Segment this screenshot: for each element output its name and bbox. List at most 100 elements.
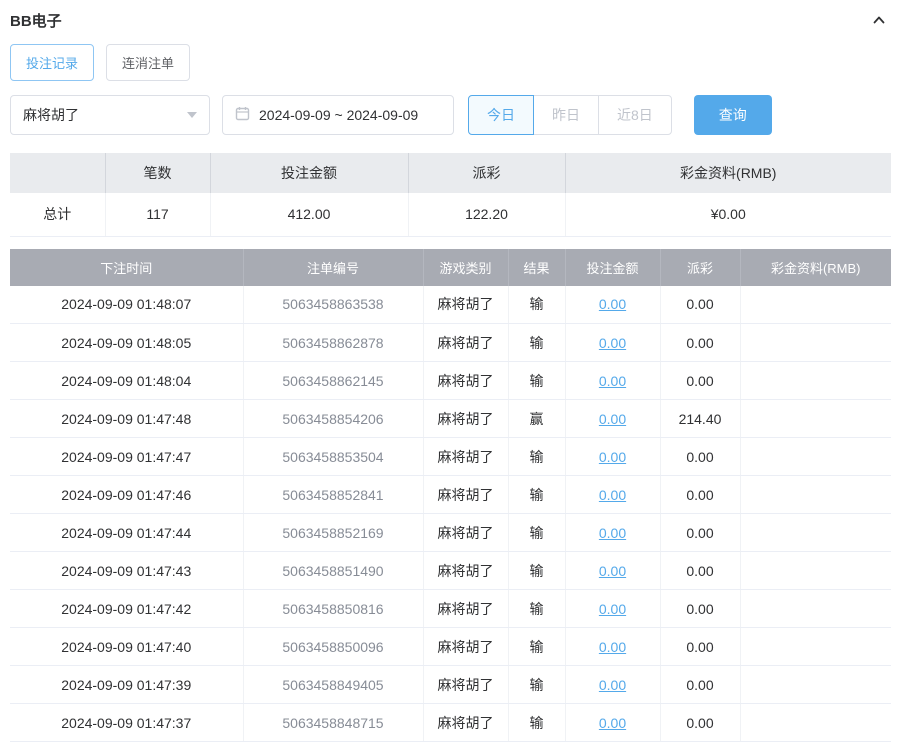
jackpot-cell (740, 399, 891, 438)
jackpot-cell (740, 285, 891, 324)
bet-amount-link[interactable]: 0.00 (599, 601, 626, 617)
summary-header-jackpot: 彩金资料(RMB) (565, 153, 891, 193)
quick-btn-last8days[interactable]: 近8日 (598, 95, 672, 135)
game-select[interactable]: 麻将胡了 (10, 95, 210, 135)
bet-amount-cell: 0.00 (565, 399, 661, 438)
summary-jackpot-value: ¥0.00 (565, 193, 891, 237)
col-header-result: 结果 (508, 248, 566, 286)
bet-amount-link[interactable]: 0.00 (599, 411, 626, 427)
betting-records-panel: BB电子 投注记录 连消注单 麻将胡了 2024-09-09 ~ 2024-09… (0, 0, 901, 742)
col-header-game-type: 游戏类别 (423, 248, 509, 286)
bet-amount-link[interactable]: 0.00 (599, 296, 626, 312)
bet-amount-cell: 0.00 (565, 589, 661, 628)
bet-amount-link[interactable]: 0.00 (599, 487, 626, 503)
payout-cell: 0.00 (660, 285, 741, 324)
date-range-value: 2024-09-09 ~ 2024-09-09 (259, 107, 419, 123)
game-type-cell: 麻将胡了 (423, 361, 509, 400)
summary-bet-value: 412.00 (210, 193, 409, 237)
result-cell: 赢 (508, 399, 566, 438)
bet-amount-link[interactable]: 0.00 (599, 335, 626, 351)
table-row: 2024-09-09 01:48:04 5063458862145 麻将胡了 输… (10, 361, 891, 400)
bet-amount-link[interactable]: 0.00 (599, 563, 626, 579)
payout-cell: 0.00 (660, 589, 741, 628)
jackpot-cell (740, 361, 891, 400)
bet-amount-link[interactable]: 0.00 (599, 449, 626, 465)
quick-btn-today[interactable]: 今日 (468, 95, 534, 135)
payout-cell: 0.00 (660, 627, 741, 666)
payout-cell: 0.00 (660, 323, 741, 362)
game-select-value: 麻将胡了 (23, 107, 79, 123)
result-cell: 输 (508, 361, 566, 400)
quick-date-group: 今日 昨日 近8日 (468, 95, 672, 135)
col-header-jackpot: 彩金资料(RMB) (740, 248, 891, 286)
game-type-cell: 麻将胡了 (423, 475, 509, 514)
table-row: 2024-09-09 01:47:39 5063458849405 麻将胡了 输… (10, 665, 891, 704)
jackpot-cell (740, 513, 891, 552)
table-row: 2024-09-09 01:47:37 5063458848715 麻将胡了 输… (10, 703, 891, 742)
bet-amount-cell: 0.00 (565, 475, 661, 514)
order-number-cell: 5063458853504 (243, 437, 424, 476)
bet-time-cell: 2024-09-09 01:47:48 (10, 399, 244, 438)
jackpot-cell (740, 627, 891, 666)
bet-amount-link[interactable]: 0.00 (599, 715, 626, 731)
tab-betting-records[interactable]: 投注记录 (10, 44, 95, 81)
records-header-row: 下注时间 注单编号 游戏类别 结果 投注金额 派彩 彩金资料(RMB) (10, 248, 891, 286)
jackpot-cell (740, 589, 891, 628)
bet-amount-link[interactable]: 0.00 (599, 677, 626, 693)
bet-time-cell: 2024-09-09 01:47:46 (10, 475, 244, 514)
bet-time-cell: 2024-09-09 01:48:05 (10, 323, 244, 362)
payout-cell: 0.00 (660, 703, 741, 742)
bet-amount-cell: 0.00 (565, 285, 661, 324)
payout-cell: 0.00 (660, 665, 741, 704)
collapse-button[interactable] (867, 8, 891, 32)
bet-time-cell: 2024-09-09 01:47:43 (10, 551, 244, 590)
col-header-payout: 派彩 (660, 248, 741, 286)
jackpot-cell (740, 703, 891, 742)
summary-count-value: 117 (105, 193, 211, 237)
order-number-cell: 5063458851490 (243, 551, 424, 590)
chevron-up-icon (871, 16, 887, 31)
payout-cell: 0.00 (660, 361, 741, 400)
game-type-cell: 麻将胡了 (423, 703, 509, 742)
summary-payout-value: 122.20 (408, 193, 566, 237)
bet-amount-cell: 0.00 (565, 361, 661, 400)
result-cell: 输 (508, 627, 566, 666)
result-cell: 输 (508, 437, 566, 476)
jackpot-cell (740, 323, 891, 362)
search-button[interactable]: 查询 (693, 95, 772, 135)
table-row: 2024-09-09 01:47:46 5063458852841 麻将胡了 输… (10, 475, 891, 514)
order-number-cell: 5063458849405 (243, 665, 424, 704)
payout-cell: 214.40 (660, 399, 741, 438)
result-cell: 输 (508, 703, 566, 742)
summary-header-row: 笔数 投注金额 派彩 彩金资料(RMB) (10, 153, 891, 193)
jackpot-cell (740, 437, 891, 476)
bet-amount-cell: 0.00 (565, 513, 661, 552)
table-row: 2024-09-09 01:47:48 5063458854206 麻将胡了 赢… (10, 399, 891, 438)
bet-amount-link[interactable]: 0.00 (599, 373, 626, 389)
quick-btn-yesterday[interactable]: 昨日 (533, 95, 599, 135)
summary-total-label: 总计 (10, 193, 106, 237)
summary-header-count: 笔数 (105, 153, 211, 193)
table-row: 2024-09-09 01:47:44 5063458852169 麻将胡了 输… (10, 513, 891, 552)
bet-amount-link[interactable]: 0.00 (599, 639, 626, 655)
game-type-cell: 麻将胡了 (423, 627, 509, 666)
tab-cancelled-orders[interactable]: 连消注单 (106, 44, 191, 81)
bet-amount-cell: 0.00 (565, 437, 661, 476)
date-range-input[interactable]: 2024-09-09 ~ 2024-09-09 (222, 95, 454, 135)
bet-time-cell: 2024-09-09 01:48:04 (10, 361, 244, 400)
summary-header-bet: 投注金额 (210, 153, 409, 193)
result-cell: 输 (508, 285, 566, 324)
order-number-cell: 5063458862878 (243, 323, 424, 362)
result-cell: 输 (508, 665, 566, 704)
game-type-cell: 麻将胡了 (423, 437, 509, 476)
result-cell: 输 (508, 475, 566, 514)
jackpot-cell (740, 551, 891, 590)
col-header-bet-time: 下注时间 (10, 248, 244, 286)
bet-time-cell: 2024-09-09 01:47:37 (10, 703, 244, 742)
bet-amount-link[interactable]: 0.00 (599, 525, 626, 541)
result-cell: 输 (508, 323, 566, 362)
result-cell: 输 (508, 551, 566, 590)
payout-cell: 0.00 (660, 475, 741, 514)
game-type-cell: 麻将胡了 (423, 551, 509, 590)
game-type-cell: 麻将胡了 (423, 285, 509, 324)
